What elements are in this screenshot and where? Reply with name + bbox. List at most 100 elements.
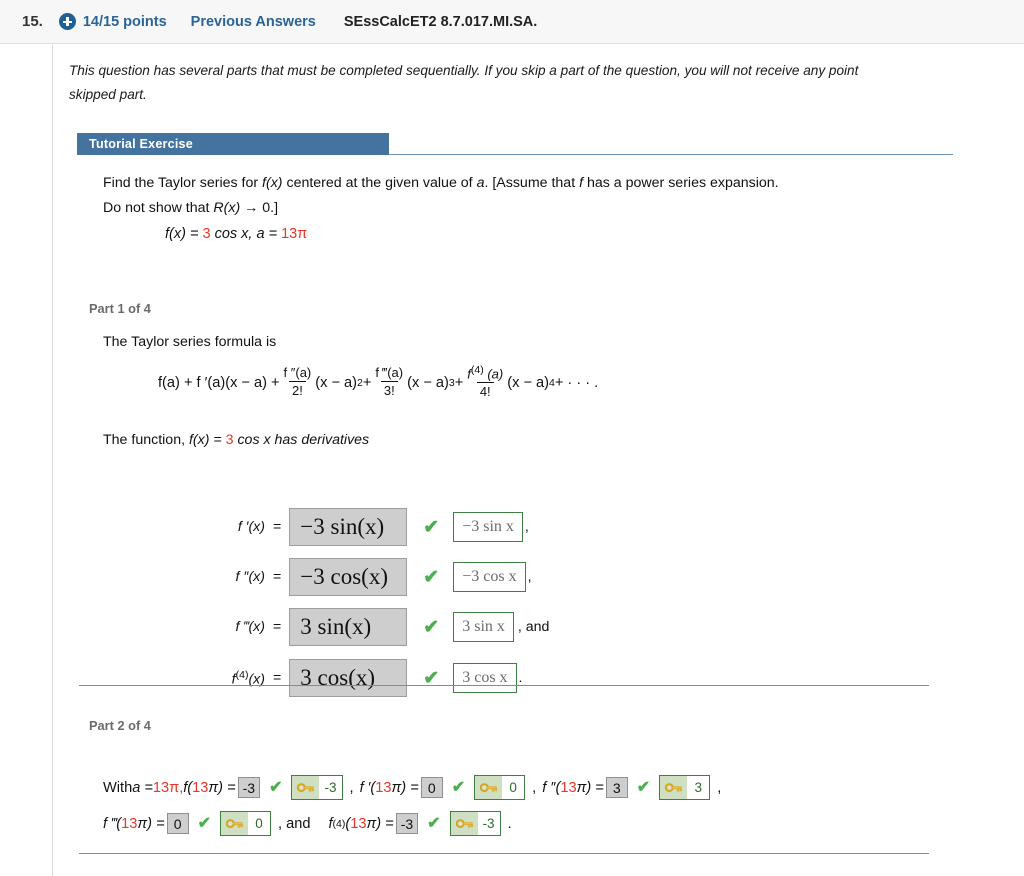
formula-term-3: (x − a) <box>407 374 449 391</box>
answer-key-value: 0 <box>248 812 270 835</box>
answer-value: -3 <box>400 815 414 832</box>
question-body: This question has several parts that mus… <box>52 45 1024 876</box>
f-eval-coef: 13 <box>192 779 209 796</box>
equals-sign: = <box>273 670 282 686</box>
formula-fraction-2: f ″(a) 2! <box>281 365 315 398</box>
answer-key-pill: -3 <box>291 775 343 800</box>
derivative-label-text: f ‴(x) <box>235 619 265 635</box>
f-eval-tail: π) = <box>366 815 394 832</box>
answer-input[interactable]: -3 <box>395 813 419 834</box>
problem-function: f(x) = 3 cos x, a = 13π <box>165 226 307 242</box>
formula-fraction-3: f ‴(a) 3! <box>372 365 406 398</box>
answer-value: 0 <box>173 815 182 832</box>
formula-plus-1: + <box>362 374 372 391</box>
derivative-row: f ′(x) = −3 sin(x) ✔ −3 sin x , <box>203 507 529 547</box>
a-value: 13 <box>152 779 170 796</box>
fraction-3-denominator: 3! <box>380 381 398 398</box>
derivatives-intro: The function, f(x) = 3 cos x has derivat… <box>103 432 369 448</box>
answer-key-value: -3 <box>319 776 342 799</box>
derivative-label-order: (4) <box>235 668 249 681</box>
answer-input[interactable]: -3 <box>237 777 261 798</box>
tutorial-exercise-banner: Tutorial Exercise <box>77 133 953 155</box>
tutorial-rule <box>389 154 953 155</box>
fraction-2-numerator: f ″(a) <box>283 365 312 381</box>
derivative-label-text: f ″(x) <box>235 569 265 585</box>
row-trailer: . <box>518 670 523 686</box>
derivative-label: f ″(x) <box>203 569 273 585</box>
correct-check-icon: ✔ <box>197 814 211 832</box>
taylor-series-formula: f(a) + f ′(a)(x − a) + f ″(a) 2! (x − a)… <box>158 364 599 400</box>
problem-line-1: Find the Taylor series for f(x) centered… <box>103 171 779 196</box>
formula-term-2: (x − a) <box>315 374 358 391</box>
tutorial-exercise-label: Tutorial Exercise <box>77 133 389 155</box>
f-eval-tail: π) = <box>208 779 236 796</box>
f-eval-coef: 13 <box>560 779 577 796</box>
taylor-series-intro: The Taylor series formula is <box>103 334 277 350</box>
answer-input[interactable]: 0 <box>166 813 189 834</box>
a-pi: π <box>297 226 308 242</box>
question-header: 15. 14/15 points Previous Answers SEssCa… <box>0 0 1024 44</box>
answer-key-box: 3 cos x <box>453 663 517 693</box>
correct-check-icon: ✔ <box>423 616 440 638</box>
part-1-label: Part 1 of 4 <box>89 301 151 316</box>
answer-input[interactable]: 3 cos(x) <box>289 659 408 697</box>
answer-key-pill: 0 <box>474 775 526 800</box>
key-icon <box>292 776 320 799</box>
fraction-2-denominator: 2! <box>288 381 306 398</box>
problem-text-a: Find the Taylor series for <box>103 175 263 191</box>
answer-input[interactable]: 0 <box>420 777 443 798</box>
f-eval-label: f ′( <box>359 779 376 796</box>
equals-sign: = <box>273 519 282 535</box>
answer-key-pill: 0 <box>220 811 271 836</box>
separator: , and <box>278 815 311 832</box>
intro-line-2: skipped part. <box>69 87 147 102</box>
f-eval-coef: 13 <box>350 815 367 832</box>
answer-value: −3 sin(x) <box>300 514 385 539</box>
separator: . <box>507 815 512 832</box>
f-eval-tail: π) = <box>576 779 604 796</box>
derivatives-intro-coef: 3 <box>225 432 234 448</box>
problem-statement: Find the Taylor series for f(x) centered… <box>103 171 779 221</box>
answer-input[interactable]: −3 sin(x) <box>289 508 408 546</box>
answer-input[interactable]: 3 <box>605 777 628 798</box>
problem-text-f: → 0.] <box>240 200 279 216</box>
intro-text: This question has several parts that mus… <box>69 59 1024 107</box>
key-icon <box>450 812 478 835</box>
derivatives-intro-a: The function, <box>103 432 189 448</box>
fraction-3-numerator: f ‴(a) <box>375 365 404 381</box>
f-eval-order: (4) <box>332 817 346 830</box>
formula-term-1: f(a) + f ′(a)(x − a) + <box>158 374 280 391</box>
plus-circle-icon[interactable] <box>58 13 76 30</box>
answer-value: 3 <box>612 779 621 796</box>
previous-answers-link[interactable]: Previous Answers <box>191 14 316 30</box>
key-icon <box>221 812 248 835</box>
answer-key-value: −3 cos x <box>462 568 517 585</box>
fraction-4-denominator: 4! <box>476 382 494 399</box>
f-eval-label: f( <box>183 779 193 796</box>
formula-term-4: (x − a) <box>507 374 549 391</box>
part-2-label: Part 2 of 4 <box>89 718 151 733</box>
answer-value: -3 <box>242 779 256 796</box>
section-divider <box>79 853 929 854</box>
answer-key-pill: -3 <box>449 811 501 836</box>
derivatives-intro-fx: f(x) = <box>188 432 226 448</box>
section-divider <box>79 685 929 686</box>
a-label: a = <box>256 226 282 242</box>
problem-text-d: has a power series expansion. <box>583 175 779 191</box>
fraction-4-order: (4) <box>470 364 484 376</box>
answer-input[interactable]: 3 sin(x) <box>289 608 408 646</box>
key-icon <box>475 776 503 799</box>
formula-tail: + · · · . <box>554 374 599 391</box>
answer-key-value: 3 sin x <box>462 618 505 635</box>
with-text: With <box>103 779 133 796</box>
correct-check-icon: ✔ <box>451 778 466 796</box>
answer-input[interactable]: −3 cos(x) <box>289 558 408 596</box>
fx-coefficient: 3 <box>202 226 211 242</box>
f-eval-coef: 13 <box>121 815 138 832</box>
correct-check-icon: ✔ <box>423 516 440 538</box>
answer-value: 3 sin(x) <box>300 614 372 639</box>
answer-key-pill: 3 <box>659 775 711 800</box>
answer-value: 0 <box>427 779 436 796</box>
derivative-row: f ‴(x) = 3 sin(x) ✔ 3 sin x , and <box>203 607 549 647</box>
correct-check-icon: ✔ <box>423 566 440 588</box>
